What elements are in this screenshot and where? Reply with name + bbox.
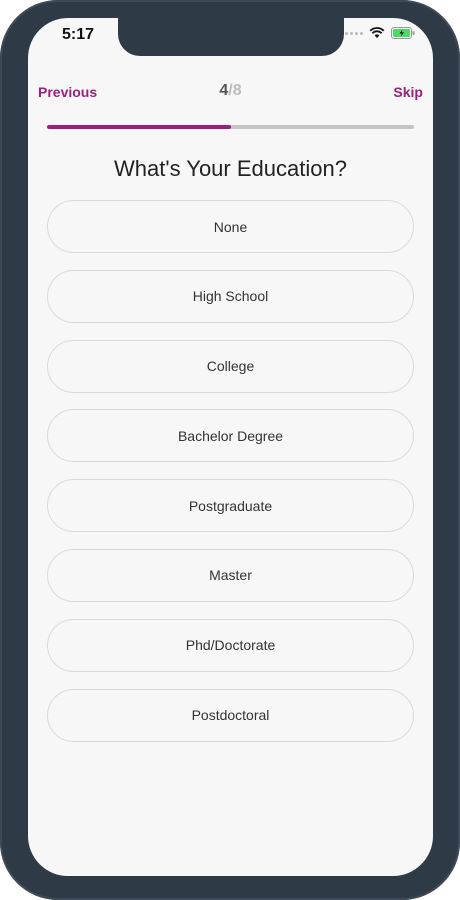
progress-bar	[47, 125, 414, 129]
battery-icon	[391, 27, 415, 39]
option-high-school[interactable]: High School	[47, 269, 414, 323]
option-postdoctoral[interactable]: Postdoctoral	[47, 688, 414, 742]
option-phd-doctorate[interactable]: Phd/Doctorate	[47, 618, 414, 672]
education-options: None High School College Bachelor Degree…	[47, 200, 414, 758]
option-none[interactable]: None	[47, 200, 414, 253]
status-icons	[345, 27, 415, 39]
signal-icon	[345, 31, 363, 35]
option-college[interactable]: College	[47, 339, 414, 393]
option-postgraduate[interactable]: Postgraduate	[47, 479, 414, 533]
step-counter: 4/8	[28, 82, 433, 100]
notch	[118, 18, 344, 56]
option-master[interactable]: Master	[47, 548, 414, 602]
skip-button[interactable]: Skip	[393, 84, 423, 100]
progress-fill	[47, 125, 231, 129]
step-total: /8	[228, 82, 242, 99]
status-time: 5:17	[62, 26, 95, 43]
screen: 5:17 Previous 4/8 Skip What's Your Educa…	[28, 18, 433, 876]
phone-frame: 5:17 Previous 4/8 Skip What's Your Educa…	[0, 0, 460, 900]
page-title: What's Your Education?	[114, 156, 347, 181]
step-current: 4	[219, 82, 229, 99]
nav-bar: Previous 4/8 Skip	[28, 80, 433, 104]
option-bachelor-degree[interactable]: Bachelor Degree	[47, 409, 414, 463]
wifi-icon	[369, 27, 385, 39]
